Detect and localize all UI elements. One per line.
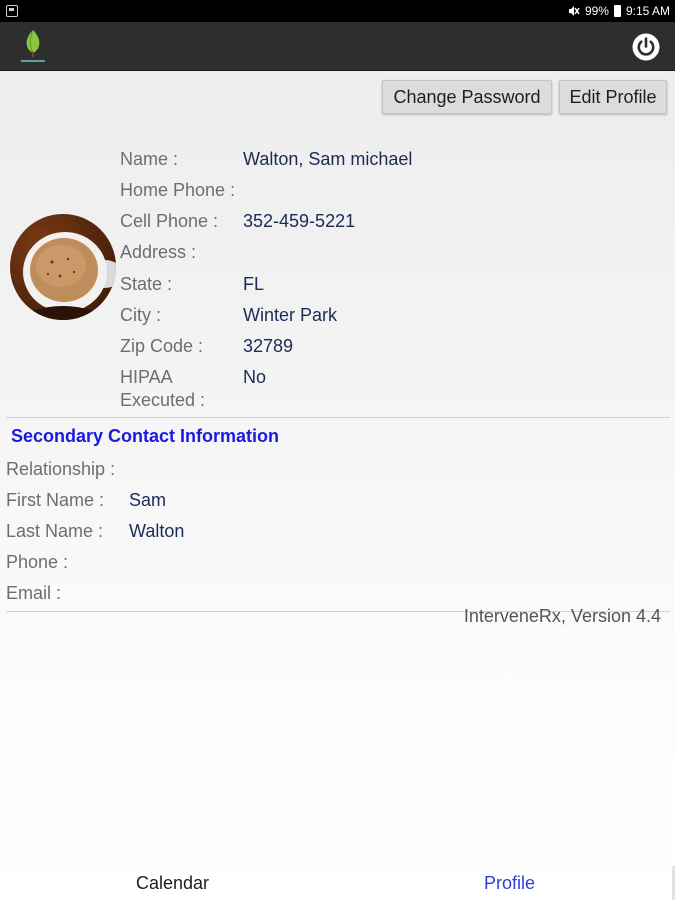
zip-code-label: Zip Code : xyxy=(120,336,204,356)
version-text: InterveneRx, Version 4.4 xyxy=(463,606,661,626)
status-bar: 99% 9:15 AM xyxy=(0,0,675,22)
app-bar xyxy=(0,22,675,71)
cell-phone-label: Cell Phone : xyxy=(120,211,219,231)
zip-code-value: 32789 xyxy=(243,336,294,356)
tab-profile[interactable]: Profile xyxy=(484,872,535,894)
mute-icon xyxy=(568,6,580,16)
app-logo-icon xyxy=(21,29,45,62)
city-label: City : xyxy=(120,305,162,325)
name-label: Name : xyxy=(120,149,179,169)
address-label: Address : xyxy=(120,242,197,262)
edit-profile-button[interactable]: Edit Profile xyxy=(559,80,667,114)
last-name-value: Walton xyxy=(129,521,185,541)
state-value: FL xyxy=(243,274,265,294)
battery-percent: 99% xyxy=(584,4,609,18)
email-label: Email : xyxy=(6,583,62,603)
hipaa-label-line2: Executed : xyxy=(120,390,206,410)
state-label: State : xyxy=(120,274,173,294)
notification-icon xyxy=(6,5,18,17)
power-button[interactable] xyxy=(631,32,661,62)
city-value: Winter Park xyxy=(243,305,338,325)
clock: 9:15 AM xyxy=(625,4,670,18)
home-phone-label: Home Phone : xyxy=(120,180,236,200)
status-right: 99% 9:15 AM xyxy=(568,4,670,18)
hipaa-label-line1: HIPAA xyxy=(120,367,173,387)
phone-label: Phone : xyxy=(6,552,69,572)
battery-icon xyxy=(613,5,621,17)
change-password-button[interactable]: Change Password xyxy=(382,80,552,114)
first-name-value: Sam xyxy=(129,490,167,510)
relationship-label: Relationship : xyxy=(6,459,116,479)
first-name-label: First Name : xyxy=(6,490,105,510)
section-title-secondary: Secondary Contact Information xyxy=(11,426,280,446)
profile-avatar xyxy=(10,214,116,320)
last-name-label: Last Name : xyxy=(6,521,104,541)
divider xyxy=(6,417,670,418)
hipaa-value: No xyxy=(243,367,267,387)
tab-calendar[interactable]: Calendar xyxy=(136,872,209,894)
cell-phone-value: 352-459-5221 xyxy=(243,211,356,231)
name-value: Walton, Sam michael xyxy=(243,149,413,169)
